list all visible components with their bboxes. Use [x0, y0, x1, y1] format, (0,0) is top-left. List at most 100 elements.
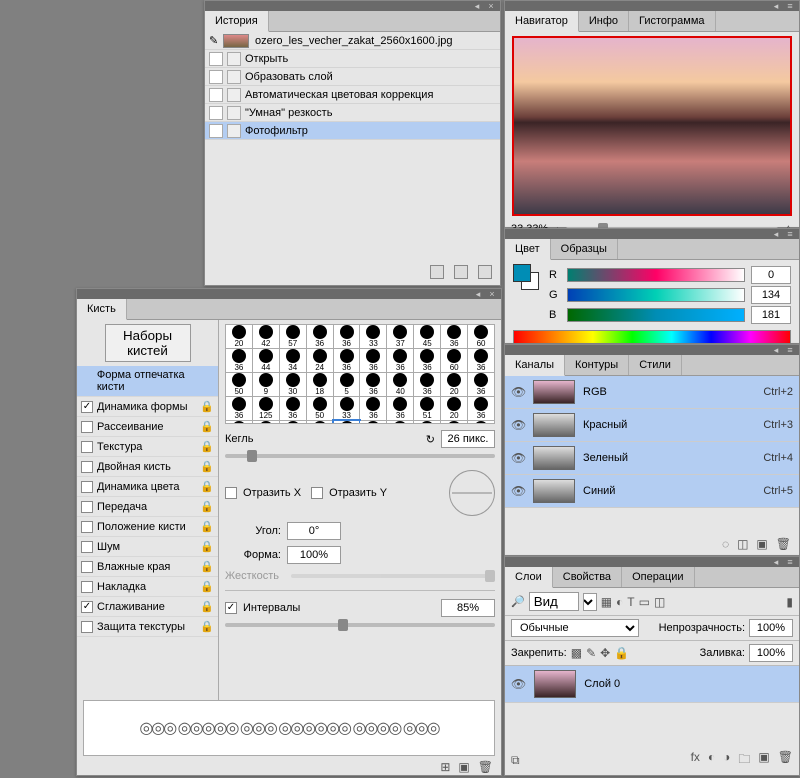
brush-tip[interactable]: 36: [360, 373, 386, 396]
brush-tip[interactable]: 33: [360, 325, 386, 348]
group-icon[interactable]: 🗀: [738, 750, 750, 771]
spacing-input[interactable]: [441, 599, 495, 617]
brush-tip[interactable]: 36: [468, 373, 494, 396]
brush-tip[interactable]: 51: [414, 421, 440, 424]
new-channel-icon[interactable]: ▣: [756, 537, 767, 551]
brush-tip[interactable]: 45: [414, 325, 440, 348]
brush-section-item[interactable]: Двойная кисть🔒: [77, 457, 218, 477]
visibility-eye-icon[interactable]: 👁: [511, 418, 525, 432]
brush-tip[interactable]: 40: [387, 373, 413, 396]
history-step[interactable]: Автоматическая цветовая коррекция: [205, 86, 500, 104]
angle-compass[interactable]: [449, 470, 495, 516]
tab-properties[interactable]: Свойства: [553, 567, 622, 587]
brush-tip[interactable]: 24: [307, 349, 333, 372]
close-icon[interactable]: ×: [486, 2, 496, 10]
brush-tip[interactable]: 125: [253, 397, 279, 420]
visibility-eye-icon[interactable]: 👁: [511, 451, 525, 465]
filter-pixel-icon[interactable]: ▦: [601, 595, 612, 609]
section-checkbox[interactable]: [81, 401, 93, 413]
channel-row[interactable]: 👁СинийCtrl+5: [505, 475, 799, 508]
brush-section-item[interactable]: Накладка🔒: [77, 577, 218, 597]
tab-color[interactable]: Цвет: [505, 239, 551, 260]
filter-smart-icon[interactable]: ◫: [654, 595, 665, 609]
section-checkbox[interactable]: [81, 481, 93, 493]
brush-tip[interactable]: 37: [387, 325, 413, 348]
brush-tip[interactable]: 36: [334, 325, 360, 348]
brush-tip[interactable]: 36: [414, 349, 440, 372]
new-layer-icon[interactable]: ▣: [758, 750, 769, 771]
history-source-row[interactable]: ✎ ozero_les_vecher_zakat_2560x1600.jpg: [205, 32, 500, 50]
flip-x-checkbox[interactable]: [225, 487, 237, 499]
brush-tip[interactable]: 90: [468, 421, 494, 424]
history-step[interactable]: Открыть: [205, 50, 500, 68]
visibility-eye-icon[interactable]: 👁: [511, 677, 526, 691]
brush-tip[interactable]: 50: [226, 373, 252, 396]
brush-tip[interactable]: 60: [468, 325, 494, 348]
brush-tip[interactable]: 20: [226, 325, 252, 348]
brush-presets-button[interactable]: Наборы кистей: [105, 324, 191, 362]
new-preset-icon[interactable]: ▣: [458, 760, 469, 774]
menu-icon[interactable]: ≡: [785, 2, 795, 10]
flip-y-checkbox[interactable]: [311, 487, 323, 499]
brush-section-item[interactable]: Влажные края🔒: [77, 557, 218, 577]
navigator-preview[interactable]: [512, 36, 792, 216]
hue-strip[interactable]: [513, 330, 791, 344]
brush-tip[interactable]: 33: [334, 397, 360, 420]
channel-row[interactable]: 👁RGBCtrl+2: [505, 376, 799, 409]
layer-kind-input[interactable]: [529, 592, 579, 611]
lock-all-icon[interactable]: 🔒: [614, 646, 629, 660]
create-snapshot-icon[interactable]: [430, 265, 444, 279]
brush-section-item[interactable]: Рассеивание🔒: [77, 417, 218, 437]
brush-tip[interactable]: 36: [280, 397, 306, 420]
collapse-icon[interactable]: ◂: [771, 346, 781, 354]
section-checkbox[interactable]: [81, 501, 93, 513]
r-input[interactable]: [751, 266, 791, 284]
shape-input[interactable]: [287, 546, 341, 564]
collapse-icon[interactable]: ◂: [473, 290, 483, 298]
brush-tip[interactable]: 57: [280, 325, 306, 348]
filter-toggle[interactable]: ▮: [786, 595, 793, 609]
brush-tip-grid[interactable]: 2042573636333745366036443424363636366036…: [225, 324, 495, 424]
collapse-icon[interactable]: ◂: [771, 2, 781, 10]
tab-brush[interactable]: Кисть: [77, 299, 127, 320]
brush-section-item[interactable]: Форма отпечатка кисти: [77, 366, 218, 397]
g-slider[interactable]: [567, 288, 745, 302]
brush-tip[interactable]: 36: [414, 373, 440, 396]
brush-tip[interactable]: 5: [334, 373, 360, 396]
adjustment-icon[interactable]: ◑: [723, 750, 730, 771]
section-checkbox[interactable]: [81, 541, 93, 553]
brush-section-item[interactable]: Передача🔒: [77, 497, 218, 517]
fill-input[interactable]: [749, 644, 793, 662]
brush-tip[interactable]: 48: [307, 421, 333, 424]
spacing-slider[interactable]: [225, 623, 495, 627]
history-step[interactable]: Фотофильтр: [205, 122, 500, 140]
brush-tip[interactable]: 34: [280, 349, 306, 372]
brush-tip[interactable]: 36: [441, 325, 467, 348]
brush-section-item[interactable]: Сглаживание🔒: [77, 597, 218, 617]
angle-input[interactable]: [287, 522, 341, 540]
brush-tip[interactable]: 94: [280, 421, 306, 424]
brush-size-slider[interactable]: [225, 454, 495, 458]
lock-position-icon[interactable]: ✥: [600, 646, 610, 660]
section-checkbox[interactable]: [81, 561, 93, 573]
section-checkbox[interactable]: [81, 621, 93, 633]
brush-tip[interactable]: 36: [360, 397, 386, 420]
brush-tip[interactable]: 36: [360, 349, 386, 372]
r-slider[interactable]: [567, 268, 745, 282]
tab-info[interactable]: Инфо: [579, 11, 629, 31]
spacing-checkbox[interactable]: [225, 602, 237, 614]
brush-tip[interactable]: 20: [441, 397, 467, 420]
tab-layers[interactable]: Слои: [505, 567, 553, 588]
b-slider[interactable]: [567, 308, 745, 322]
brush-tip[interactable]: 36: [387, 397, 413, 420]
tab-paths[interactable]: Контуры: [565, 355, 629, 375]
tab-swatches[interactable]: Образцы: [551, 239, 618, 259]
brush-tip[interactable]: 60: [441, 349, 467, 372]
menu-icon[interactable]: ≡: [785, 346, 795, 354]
brush-tip[interactable]: 44: [253, 349, 279, 372]
filter-type-icon[interactable]: T: [627, 595, 634, 609]
brush-tip[interactable]: 28: [387, 421, 413, 424]
tab-styles[interactable]: Стили: [629, 355, 682, 375]
brush-section-item[interactable]: Текстура🔒: [77, 437, 218, 457]
brush-tip[interactable]: 36: [468, 397, 494, 420]
